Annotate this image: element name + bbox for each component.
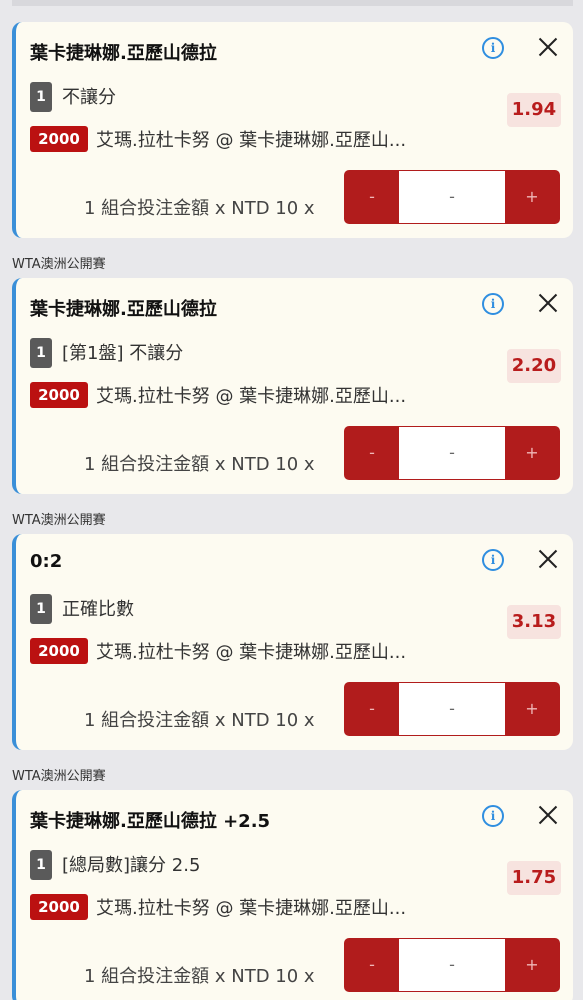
increment-button[interactable]: +: [505, 939, 559, 991]
match-label: 艾瑪.拉杜卡努 @ 葉卡捷琳娜.亞歷山...: [96, 386, 407, 407]
odds-value[interactable]: 3.13: [507, 605, 561, 639]
decrement-button[interactable]: -: [345, 683, 399, 735]
stake-label: 1 組合投注金額 x NTD 10 x: [84, 454, 315, 475]
bet-type-label: [總局數]讓分 2.5: [62, 855, 201, 876]
stake-input[interactable]: -: [399, 427, 505, 479]
match-id-badge: 2000: [30, 638, 88, 664]
match-id-badge: 2000: [30, 894, 88, 920]
bet-count-badge: 1: [30, 850, 52, 880]
stake-input[interactable]: -: [399, 171, 505, 223]
increment-button[interactable]: +: [505, 427, 559, 479]
info-icon[interactable]: i: [482, 293, 504, 315]
info-icon[interactable]: i: [482, 805, 504, 827]
league-label: WTA澳洲公開賽: [12, 257, 106, 272]
selection-title: 0:2: [30, 551, 63, 572]
close-icon[interactable]: [536, 803, 560, 827]
decrement-button[interactable]: -: [345, 427, 399, 479]
selection-title: 葉卡捷琳娜.亞歷山德拉: [30, 43, 217, 64]
selection-title: 葉卡捷琳娜.亞歷山德拉: [30, 299, 217, 320]
match-id-badge: 2000: [30, 126, 88, 152]
bet-card: 葉卡捷琳娜.亞歷山德拉 i 1 [第1盤] 不讓分 2.20 2000 艾瑪.拉…: [12, 278, 573, 494]
bet-count-badge: 1: [30, 338, 52, 368]
stake-input[interactable]: -: [399, 683, 505, 735]
bet-card: 0:2 i 1 正確比數 3.13 2000 艾瑪.拉杜卡努 @ 葉卡捷琳娜.亞…: [12, 534, 573, 750]
odds-value[interactable]: 1.94: [507, 93, 561, 127]
bet-type-label: 不讓分: [62, 87, 116, 108]
stake-stepper: - - +: [344, 426, 560, 480]
match-label: 艾瑪.拉杜卡努 @ 葉卡捷琳娜.亞歷山...: [96, 130, 407, 151]
top-divider: [12, 0, 573, 6]
stake-stepper: - - +: [344, 938, 560, 992]
odds-value[interactable]: 2.20: [507, 349, 561, 383]
decrement-button[interactable]: -: [345, 939, 399, 991]
increment-button[interactable]: +: [505, 171, 559, 223]
odds-value[interactable]: 1.75: [507, 861, 561, 895]
close-icon[interactable]: [536, 35, 560, 59]
bet-card: 葉卡捷琳娜.亞歷山德拉 i 1 不讓分 1.94 2000 艾瑪.拉杜卡努 @ …: [12, 22, 573, 238]
bet-slip: 葉卡捷琳娜.亞歷山德拉 i 1 不讓分 1.94 2000 艾瑪.拉杜卡努 @ …: [0, 0, 583, 1000]
increment-button[interactable]: +: [505, 683, 559, 735]
match-id-badge: 2000: [30, 382, 88, 408]
info-icon[interactable]: i: [482, 37, 504, 59]
stake-label: 1 組合投注金額 x NTD 10 x: [84, 710, 315, 731]
stake-label: 1 組合投注金額 x NTD 10 x: [84, 966, 315, 987]
stake-stepper: - - +: [344, 170, 560, 224]
bet-count-badge: 1: [30, 82, 52, 112]
bet-type-label: [第1盤] 不讓分: [62, 343, 184, 364]
league-label: WTA澳洲公開賽: [12, 513, 106, 528]
stake-stepper: - - +: [344, 682, 560, 736]
bet-type-label: 正確比數: [62, 599, 134, 620]
stake-input[interactable]: -: [399, 939, 505, 991]
close-icon[interactable]: [536, 291, 560, 315]
league-label: WTA澳洲公開賽: [12, 769, 106, 784]
bet-card: 葉卡捷琳娜.亞歷山德拉 +2.5 i 1 [總局數]讓分 2.5 1.75 20…: [12, 790, 573, 1000]
stake-label: 1 組合投注金額 x NTD 10 x: [84, 198, 315, 219]
match-label: 艾瑪.拉杜卡努 @ 葉卡捷琳娜.亞歷山...: [96, 898, 407, 919]
selection-title: 葉卡捷琳娜.亞歷山德拉 +2.5: [30, 811, 271, 832]
decrement-button[interactable]: -: [345, 171, 399, 223]
close-icon[interactable]: [536, 547, 560, 571]
info-icon[interactable]: i: [482, 549, 504, 571]
match-label: 艾瑪.拉杜卡努 @ 葉卡捷琳娜.亞歷山...: [96, 642, 407, 663]
bet-count-badge: 1: [30, 594, 52, 624]
